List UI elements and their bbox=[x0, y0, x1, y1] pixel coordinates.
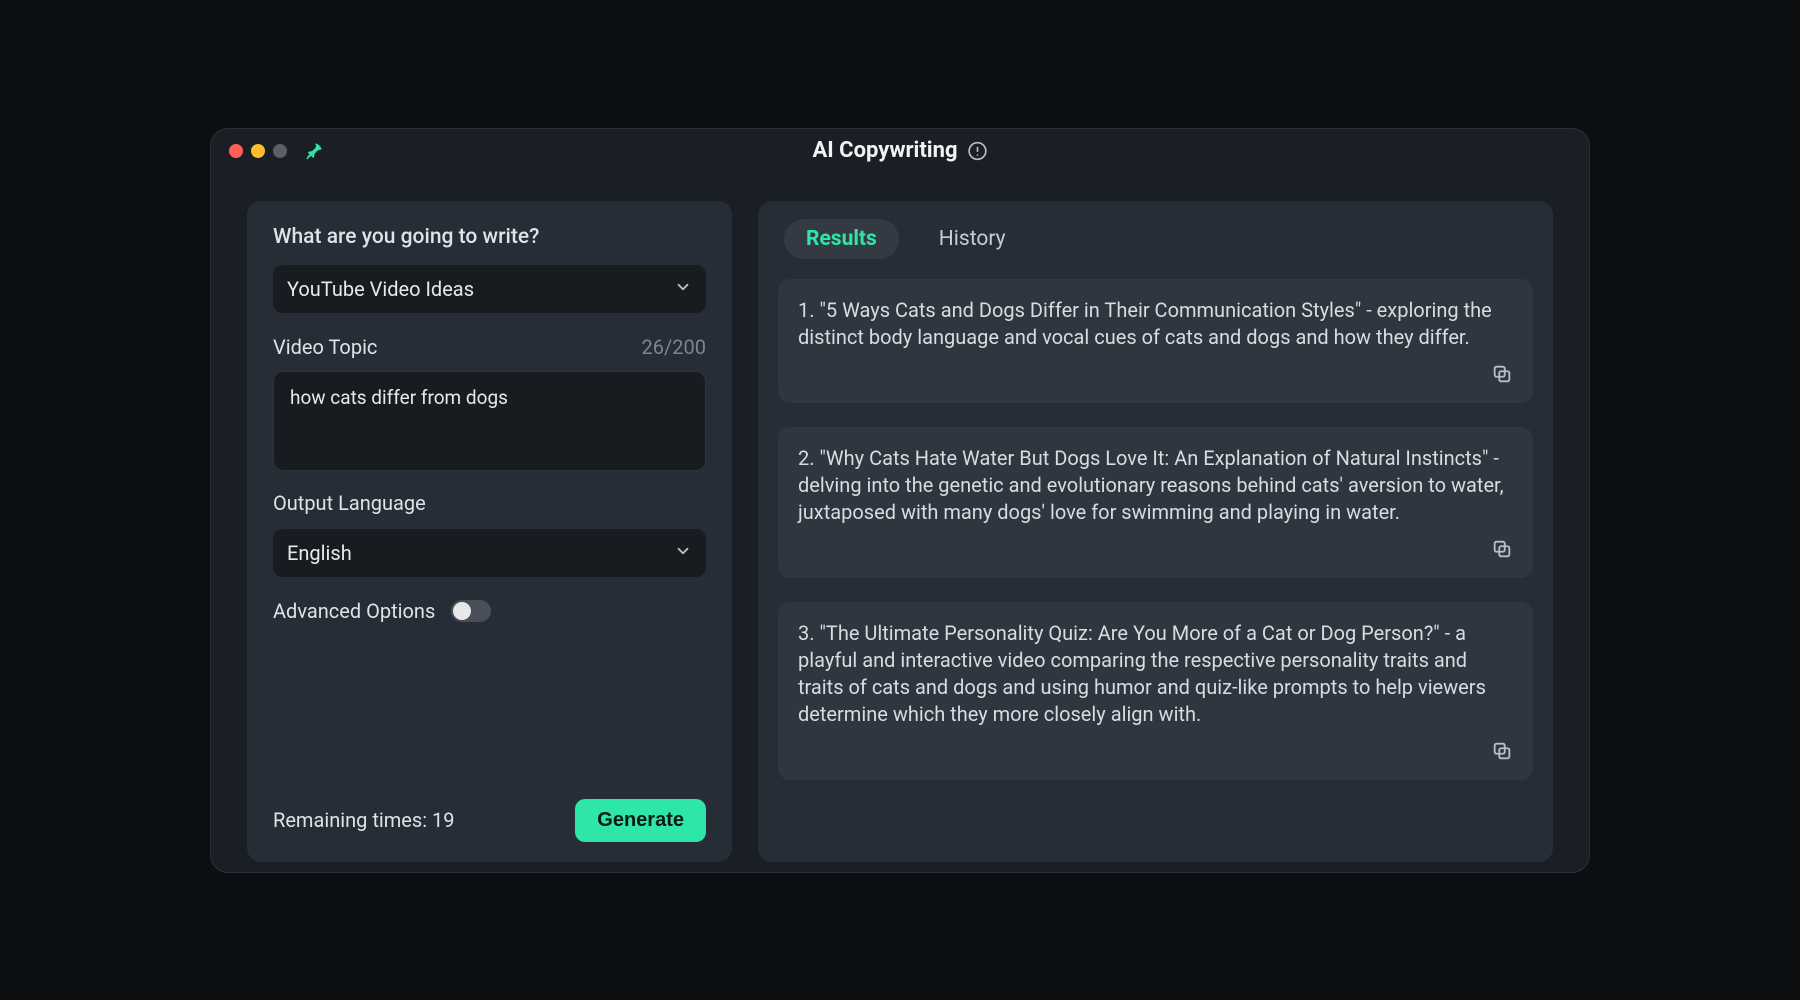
template-select[interactable]: YouTube Video Ideas bbox=[273, 265, 706, 313]
advanced-options-row: Advanced Options bbox=[273, 599, 706, 623]
copy-icon[interactable] bbox=[1491, 363, 1513, 389]
window-controls bbox=[229, 144, 287, 158]
copy-icon[interactable] bbox=[1491, 740, 1513, 766]
topic-field-row: Video Topic 26/200 bbox=[273, 335, 706, 359]
close-window-button[interactable] bbox=[229, 144, 243, 158]
result-item: 3. "The Ultimate Personality Quiz: Are Y… bbox=[778, 602, 1533, 780]
topic-char-count: 26/200 bbox=[642, 335, 706, 359]
advanced-options-toggle[interactable] bbox=[451, 600, 491, 622]
input-panel: What are you going to write? YouTube Vid… bbox=[247, 201, 732, 862]
minimize-window-button[interactable] bbox=[251, 144, 265, 158]
pin-icon[interactable] bbox=[305, 142, 323, 160]
result-text: 2. "Why Cats Hate Water But Dogs Love It… bbox=[798, 445, 1513, 526]
template-selected-value: YouTube Video Ideas bbox=[287, 277, 474, 301]
language-selected-value: English bbox=[287, 541, 352, 565]
info-icon[interactable] bbox=[968, 141, 988, 161]
tab-results[interactable]: Results bbox=[784, 219, 899, 259]
title-group: AI Copywriting bbox=[812, 138, 987, 163]
result-text: 1. "5 Ways Cats and Dogs Differ in Their… bbox=[798, 297, 1513, 351]
chevron-down-icon bbox=[674, 541, 692, 565]
output-tabs: Results History bbox=[778, 219, 1533, 259]
generate-button[interactable]: Generate bbox=[575, 799, 706, 842]
language-select[interactable]: English bbox=[273, 529, 706, 577]
result-text: 3. "The Ultimate Personality Quiz: Are Y… bbox=[798, 620, 1513, 728]
topic-label: Video Topic bbox=[273, 335, 377, 359]
app-window: AI Copywriting What are you going to wri… bbox=[210, 128, 1590, 873]
app-title: AI Copywriting bbox=[812, 138, 957, 163]
chevron-down-icon bbox=[674, 277, 692, 301]
content-area: What are you going to write? YouTube Vid… bbox=[211, 173, 1589, 872]
maximize-window-button[interactable] bbox=[273, 144, 287, 158]
titlebar: AI Copywriting bbox=[211, 129, 1589, 173]
remaining-count: Remaining times: 19 bbox=[273, 808, 455, 832]
results-list[interactable]: 1. "5 Ways Cats and Dogs Differ in Their… bbox=[778, 279, 1533, 862]
topic-input[interactable] bbox=[273, 371, 706, 471]
bottom-row: Remaining times: 19 Generate bbox=[273, 799, 706, 842]
prompt-label: What are you going to write? bbox=[273, 225, 706, 249]
advanced-options-label: Advanced Options bbox=[273, 599, 435, 623]
tab-history[interactable]: History bbox=[917, 219, 1028, 259]
copy-icon[interactable] bbox=[1491, 538, 1513, 564]
output-panel: Results History 1. "5 Ways Cats and Dogs… bbox=[758, 201, 1553, 862]
result-item: 1. "5 Ways Cats and Dogs Differ in Their… bbox=[778, 279, 1533, 403]
language-label: Output Language bbox=[273, 491, 706, 515]
result-item: 2. "Why Cats Hate Water But Dogs Love It… bbox=[778, 427, 1533, 578]
